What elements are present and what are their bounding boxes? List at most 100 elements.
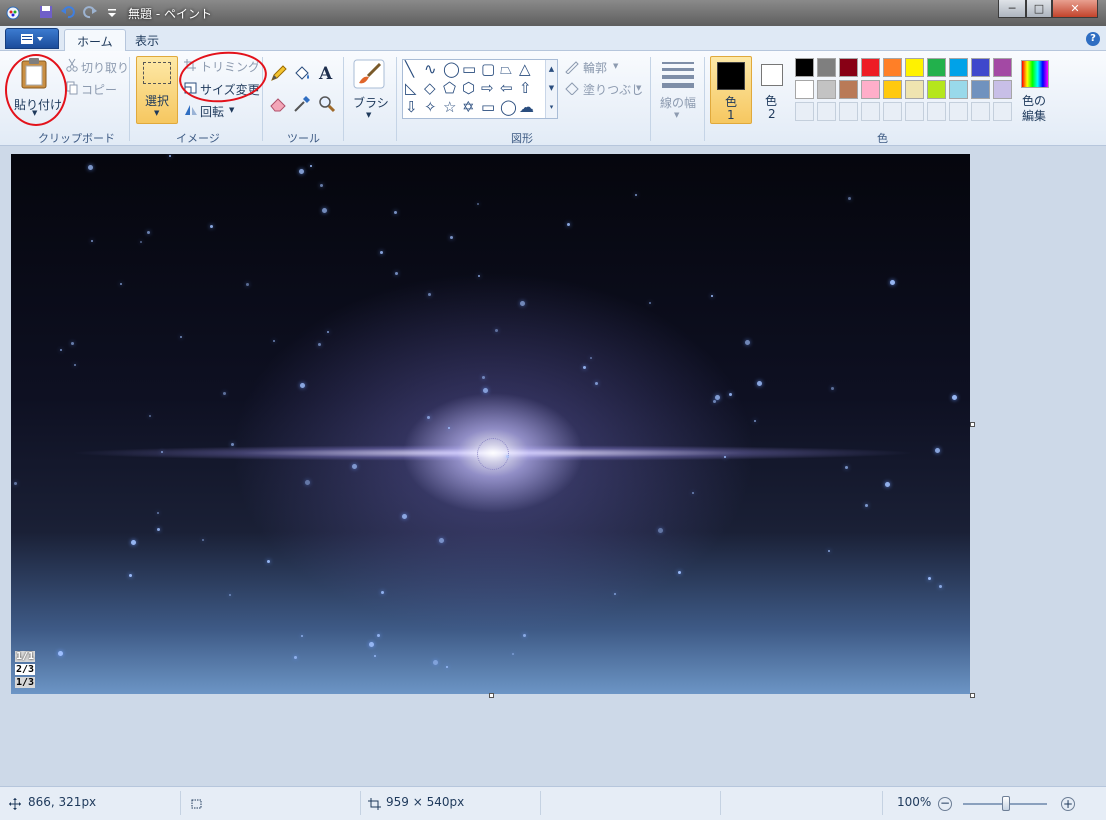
polygon-shape-icon[interactable]: ⏢ xyxy=(500,62,512,77)
zoom-in-button[interactable]: + xyxy=(1061,797,1075,811)
palette-color-swatch[interactable] xyxy=(817,80,836,99)
custom-color-slot[interactable] xyxy=(971,102,990,121)
left-arrow-shape-icon[interactable]: ⇦ xyxy=(500,81,513,96)
palette-color-swatch[interactable] xyxy=(905,80,924,99)
pencil-icon[interactable] xyxy=(269,65,287,83)
right-arrow-shape-icon[interactable]: ⇨ xyxy=(481,81,494,96)
palette-color-swatch[interactable] xyxy=(905,58,924,77)
tab-view[interactable]: 表示 xyxy=(123,29,171,51)
custom-color-slot[interactable] xyxy=(817,102,836,121)
star-decoration xyxy=(169,155,171,157)
oval-shape-icon[interactable]: ◯ xyxy=(443,62,460,77)
palette-color-swatch[interactable] xyxy=(971,80,990,99)
app-menu-button[interactable] xyxy=(5,28,59,49)
shapes-scrollbar[interactable]: ▲ ▼ ▾ xyxy=(545,60,557,118)
rotate-dropdown-icon[interactable]: ▼ xyxy=(229,106,234,114)
custom-color-slot[interactable] xyxy=(927,102,946,121)
shapes-gallery[interactable]: ╲ ∿ ◯ ▭ ▢ ⏢ △ ◺ ◇ ⬠ ⬡ ⇨ ⇦ ⇧ ⇩ ✧ ☆ ✡ ▭ ◯ … xyxy=(402,59,558,119)
quick-access-dropdown-icon[interactable] xyxy=(104,4,120,20)
palette-color-swatch[interactable] xyxy=(861,80,880,99)
paint-app-icon[interactable] xyxy=(5,4,21,20)
palette-color-swatch[interactable] xyxy=(861,58,880,77)
custom-color-slot[interactable] xyxy=(949,102,968,121)
tab-home[interactable]: ホーム xyxy=(64,29,126,51)
fill-bucket-icon[interactable] xyxy=(293,65,311,83)
cut-button[interactable]: 切り取り xyxy=(81,59,129,76)
close-button[interactable]: ✕ xyxy=(1052,0,1098,18)
palette-color-swatch[interactable] xyxy=(839,58,858,77)
color-picker-icon[interactable] xyxy=(293,95,311,113)
outline-dropdown-icon[interactable]: ▼ xyxy=(613,62,618,70)
cloud-callout-shape-icon[interactable]: ☁ xyxy=(519,100,534,115)
palette-color-swatch[interactable] xyxy=(971,58,990,77)
line-width-button[interactable]: 線の幅 ▼ xyxy=(656,56,700,124)
palette-color-swatch[interactable] xyxy=(817,58,836,77)
pentagon-shape-icon[interactable]: ⬠ xyxy=(443,81,456,96)
star-decoration xyxy=(520,301,525,306)
minimize-button[interactable]: ─ xyxy=(998,0,1026,18)
edit-colors-button[interactable]: 色の 編集 xyxy=(1018,56,1052,124)
palette-color-swatch[interactable] xyxy=(927,80,946,99)
custom-color-slot[interactable] xyxy=(993,102,1012,121)
fill-button[interactable]: 塗りつぶし xyxy=(583,81,643,98)
right-triangle-shape-icon[interactable]: ◺ xyxy=(405,81,417,96)
help-icon[interactable]: ? xyxy=(1086,32,1100,46)
color2-button[interactable]: 色 2 xyxy=(756,56,788,124)
star-decoration xyxy=(157,528,160,531)
brushes-button[interactable]: ブラシ ▼ xyxy=(350,56,390,124)
diamond-shape-icon[interactable]: ◇ xyxy=(424,81,436,96)
palette-color-swatch[interactable] xyxy=(949,80,968,99)
triangle-shape-icon[interactable]: △ xyxy=(519,62,531,77)
line-shape-icon[interactable]: ╲ xyxy=(405,62,414,77)
magnifier-icon[interactable] xyxy=(318,95,336,113)
palette-color-swatch[interactable] xyxy=(839,80,858,99)
rounded-rectangle-shape-icon[interactable]: ▢ xyxy=(481,62,495,77)
palette-color-swatch[interactable] xyxy=(993,58,1012,77)
star-decoration xyxy=(523,634,526,637)
resize-handle-corner[interactable] xyxy=(970,693,975,698)
custom-color-slot[interactable] xyxy=(861,102,880,121)
palette-color-swatch[interactable] xyxy=(949,58,968,77)
zoom-out-button[interactable]: − xyxy=(938,797,952,811)
resize-handle-right[interactable] xyxy=(970,422,975,427)
custom-color-slot[interactable] xyxy=(839,102,858,121)
resize-handle-bottom[interactable] xyxy=(489,693,494,698)
down-arrow-shape-icon[interactable]: ⇩ xyxy=(405,100,418,115)
five-point-star-shape-icon[interactable]: ☆ xyxy=(443,100,456,115)
four-point-star-shape-icon[interactable]: ✧ xyxy=(424,100,437,115)
color1-button[interactable]: 色 1 xyxy=(710,56,752,124)
oval-callout-shape-icon[interactable]: ◯ xyxy=(500,100,517,115)
custom-color-slot[interactable] xyxy=(883,102,902,121)
select-button[interactable]: 選択 ▼ xyxy=(136,56,178,124)
status-divider xyxy=(882,791,883,815)
image-canvas[interactable] xyxy=(11,154,970,694)
up-arrow-shape-icon[interactable]: ⇧ xyxy=(519,81,532,96)
eraser-icon[interactable] xyxy=(269,95,287,113)
palette-color-swatch[interactable] xyxy=(927,58,946,77)
star-decoration xyxy=(567,223,570,226)
text-icon[interactable]: A xyxy=(319,64,332,84)
redo-icon[interactable] xyxy=(82,4,98,20)
rectangle-shape-icon[interactable]: ▭ xyxy=(462,62,476,77)
outline-button[interactable]: 輪郭 xyxy=(583,59,607,76)
undo-icon[interactable] xyxy=(60,4,76,20)
rotate-button[interactable]: 回転 xyxy=(200,103,224,120)
maximize-button[interactable]: □ xyxy=(1026,0,1052,18)
palette-color-swatch[interactable] xyxy=(993,80,1012,99)
palette-color-swatch[interactable] xyxy=(883,58,902,77)
star-decoration xyxy=(294,656,297,659)
custom-color-slot[interactable] xyxy=(795,102,814,121)
fill-dropdown-icon[interactable]: ▼ xyxy=(636,84,641,92)
rounded-callout-shape-icon[interactable]: ▭ xyxy=(481,100,495,115)
custom-color-slot[interactable] xyxy=(905,102,924,121)
save-icon[interactable] xyxy=(38,4,54,20)
zoom-slider-thumb[interactable] xyxy=(1002,796,1010,811)
copy-button[interactable]: コピー xyxy=(81,81,117,98)
image-size-icon xyxy=(368,798,381,810)
palette-color-swatch[interactable] xyxy=(883,80,902,99)
palette-color-swatch[interactable] xyxy=(795,58,814,77)
palette-color-swatch[interactable] xyxy=(795,80,814,99)
hexagon-shape-icon[interactable]: ⬡ xyxy=(462,81,475,96)
six-point-star-shape-icon[interactable]: ✡ xyxy=(462,100,475,115)
curve-shape-icon[interactable]: ∿ xyxy=(424,62,437,77)
